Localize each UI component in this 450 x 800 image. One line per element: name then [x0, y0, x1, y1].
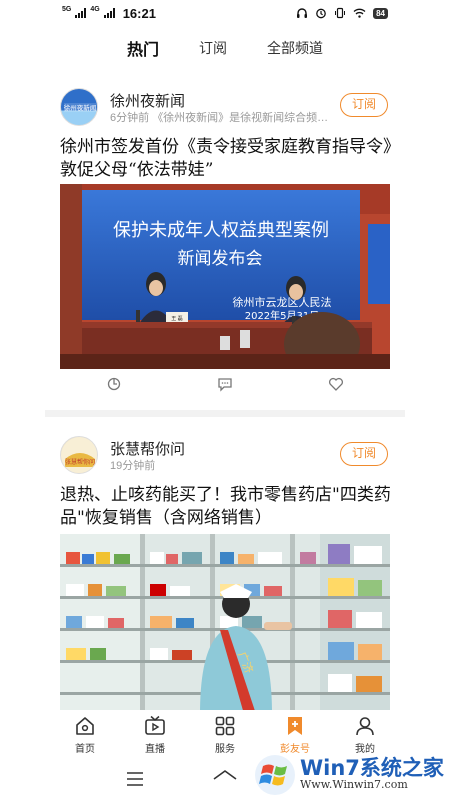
pharmacy-image: 广济 [60, 534, 390, 710]
banner-org: 徐州市云龙区人民法 [233, 295, 332, 309]
alarm-icon [316, 8, 326, 19]
headphones-icon [297, 8, 308, 18]
card-divider [45, 410, 405, 417]
subscribe-button[interactable]: 订阅 [340, 442, 388, 466]
article-photo[interactable]: 保护未成年人权益典型案例 新闻发布会 徐州市云龙区人民法 2022年5月31日 … [60, 184, 390, 369]
avatar-logo-image: 张慧帮你问 [61, 437, 97, 473]
tab-hot[interactable]: 热门 [127, 34, 159, 64]
article-title[interactable]: 徐州市签发首份《责令接受家庭教育指导令》敦促父母“依法带娃” [60, 136, 395, 182]
press-conference-image: 保护未成年人权益典型案例 新闻发布会 徐州市云龙区人民法 2022年5月31日 … [60, 184, 390, 369]
nav-services-label: 服务 [215, 744, 235, 755]
watermark-url: Www.Winwin7.com [300, 778, 408, 791]
source-name[interactable]: 徐州夜新闻 [110, 90, 185, 111]
vibrate-icon [335, 7, 346, 19]
source-meta: 6分钟前 《徐州夜新闻》是徐视新闻综合频… [110, 109, 336, 125]
banner-line-2: 新闻发布会 [178, 249, 263, 269]
article-photo[interactable]: 广济 [60, 534, 390, 710]
clock: 16:21 [122, 5, 156, 21]
avatar-logo-image: 徐州夜新闻 [64, 103, 97, 112]
network-4g-label: 4G [90, 5, 100, 13]
wifi-icon [353, 8, 366, 18]
nav-home[interactable]: 首页 [57, 710, 113, 760]
top-tabs: 热门 订阅 全部频道 [0, 34, 450, 64]
avatar-text: 徐州夜新闻 [64, 103, 97, 112]
comment-icon[interactable] [217, 376, 233, 392]
battery-icon: 84 [373, 7, 388, 19]
nameplate-text: 王 磊 [171, 316, 183, 322]
source-meta: 19分钟前 [110, 457, 336, 473]
status-left: 5G 4G 16:21 [62, 6, 156, 21]
menu-icon[interactable] [125, 770, 145, 788]
post-time: 6分钟前 [110, 112, 150, 124]
tab-subscribed[interactable]: 订阅 [199, 34, 227, 64]
source-avatar[interactable]: 徐州夜新闻 [60, 88, 98, 126]
article-title[interactable]: 退热、止咳药能买了！我市零售药店"四类药品"恢复销售（含网络销售） [60, 484, 395, 530]
network-5g-label: 5G [62, 5, 72, 13]
subscribe-button[interactable]: 订阅 [340, 93, 388, 117]
source-name[interactable]: 张慧帮你问 [110, 438, 185, 459]
status-right: 84 [296, 7, 388, 19]
banner-line-1: 保护未成年人权益典型案例 [113, 220, 329, 241]
nav-live[interactable]: 直播 [127, 710, 183, 760]
card-header: 徐州夜新闻 徐州夜新闻 6分钟前 《徐州夜新闻》是徐视新闻综合频… 订阅 [0, 88, 450, 136]
signal-icon [75, 8, 87, 18]
watermark: Win7系统之家 Www.Winwin7.com [250, 750, 450, 800]
share-icon[interactable] [106, 376, 122, 392]
user-icon [356, 717, 374, 736]
bookmark-icon [288, 717, 302, 735]
status-bar: 5G 4G 16:21 84 [0, 0, 450, 26]
nav-home-label: 首页 [75, 744, 95, 755]
post-time: 19分钟前 [110, 460, 156, 472]
news-card-2[interactable]: 张慧帮你问 张慧帮你问 19分钟前 订阅 退热、止咳药能买了！我市零售药店"四类… [0, 436, 450, 710]
home-icon [76, 717, 94, 735]
card-header: 张慧帮你问 张慧帮你问 19分钟前 订阅 [0, 436, 450, 484]
source-avatar[interactable]: 张慧帮你问 [60, 436, 98, 474]
windows-logo-icon [255, 755, 295, 795]
tab-all-channels[interactable]: 全部频道 [267, 34, 323, 64]
nav-live-label: 直播 [145, 744, 165, 755]
like-icon[interactable] [328, 376, 344, 392]
nav-services[interactable]: 服务 [197, 710, 253, 760]
avatar-text: 张慧帮你问 [65, 458, 95, 466]
source-description: 《徐州夜新闻》是徐视新闻综合频… [152, 112, 329, 124]
card-actions [60, 372, 390, 396]
news-card-1[interactable]: 徐州夜新闻 徐州夜新闻 6分钟前 《徐州夜新闻》是徐视新闻综合频… 订阅 徐州市… [0, 88, 450, 418]
live-tv-icon [145, 715, 165, 735]
signal-icon-2 [103, 8, 115, 18]
system-home-icon[interactable] [212, 768, 238, 790]
grid-icon [215, 716, 235, 736]
